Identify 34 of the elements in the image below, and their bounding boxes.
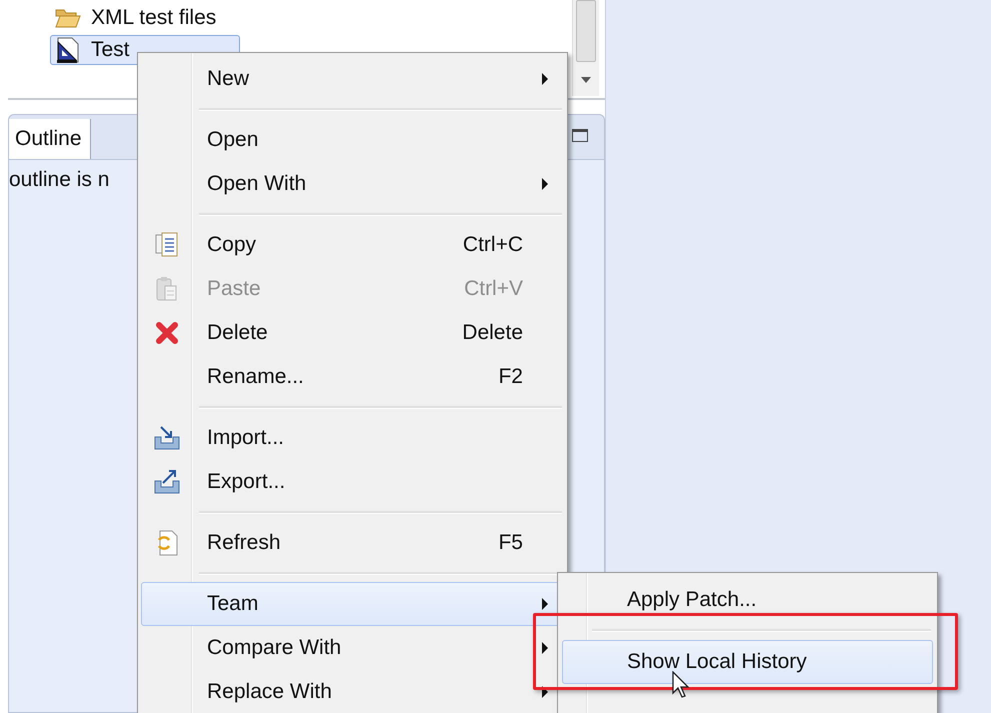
- outline-tab[interactable]: Outline: [9, 119, 91, 159]
- menu-item[interactable]: Import...: [141, 416, 564, 460]
- import-icon: [153, 425, 181, 451]
- scrollbar[interactable]: [572, 0, 599, 96]
- shortcut-label: Delete: [462, 321, 524, 345]
- export-icon: [153, 469, 181, 495]
- copy-icon: [155, 232, 179, 258]
- menu-item[interactable]: Refresh F5: [141, 521, 564, 565]
- maximize-icon[interactable]: [572, 129, 588, 142]
- refresh-icon: [155, 530, 179, 556]
- menu-item[interactable]: Export...: [141, 460, 564, 504]
- tree-item[interactable]: XML test files: [50, 3, 224, 33]
- shortcut-label: Ctrl+V: [464, 277, 524, 301]
- submenu-arrow-icon: [541, 72, 549, 86]
- clipboard-icon: [155, 276, 179, 302]
- menu-item[interactable]: Rename... F2: [141, 355, 564, 399]
- menu-item[interactable]: Copy Ctrl+C: [141, 223, 564, 267]
- scrollbar-thumb[interactable]: [576, 0, 596, 62]
- menu-item[interactable]: Open With: [141, 162, 564, 206]
- menu-item[interactable]: Apply Patch...: [562, 578, 933, 622]
- mouse-pointer-icon: [672, 671, 690, 699]
- menu-item[interactable]: Open: [141, 118, 564, 162]
- submenu-arrow-icon: [541, 177, 549, 191]
- shortcut-label: Ctrl+C: [462, 233, 524, 257]
- menu-item[interactable]: Delete Delete: [141, 311, 564, 355]
- submenu-arrow-icon: [541, 641, 549, 655]
- shortcut-label: F2: [498, 365, 524, 389]
- menu-item[interactable]: Show Local History: [562, 640, 933, 684]
- shortcut-label: F5: [498, 531, 524, 555]
- scroll-down-icon[interactable]: [580, 76, 592, 84]
- submenu-arrow-icon: [541, 597, 549, 611]
- delete-icon: [155, 321, 179, 345]
- folder-icon: [55, 7, 81, 29]
- outline-message: outline is n: [9, 168, 110, 192]
